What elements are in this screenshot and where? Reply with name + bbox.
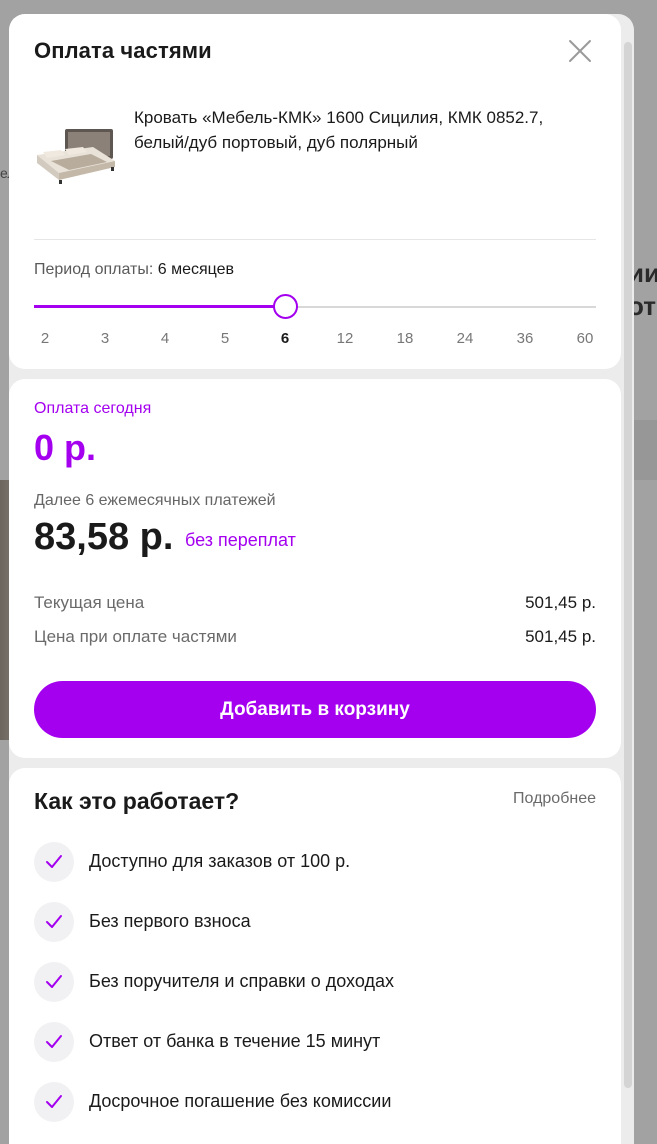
period-tick-36[interactable]: 36 — [510, 330, 540, 347]
feature-item: Без поручителя и справки о доходах — [34, 962, 594, 1002]
product-image — [31, 117, 117, 187]
period-label: Период оплаты: 6 месяцев — [34, 261, 234, 279]
installment-price-label: Цена при оплате частями — [34, 627, 237, 646]
more-link[interactable]: Подробнее — [513, 790, 596, 808]
payment-card: Оплата сегодня 0 р. Далее 6 ежемесячных … — [9, 379, 621, 758]
period-tick-24[interactable]: 24 — [450, 330, 480, 347]
period-tick-5[interactable]: 5 — [210, 330, 240, 347]
period-tick-18[interactable]: 18 — [390, 330, 420, 347]
check-icon — [34, 962, 74, 1002]
how-it-works-card: Как это работает? Подробнее Доступно для… — [9, 768, 621, 1144]
current-price-value: 501,45 р. — [525, 593, 596, 612]
current-price-label: Текущая цена — [34, 593, 145, 612]
add-to-cart-button[interactable]: Добавить в корзину — [34, 681, 596, 738]
feature-item: Досрочное погашение без комиссии — [34, 1082, 594, 1122]
feature-text: Без первого взноса — [89, 911, 251, 931]
how-it-works-title: Как это работает? — [34, 788, 240, 814]
period-ticks: 2 3 4 5 6 12 18 24 36 60 — [34, 330, 596, 350]
divider — [34, 239, 596, 240]
check-icon — [34, 842, 74, 882]
product-card: Оплата частями Кровать «Мебель-КМК» 1600… — [9, 14, 621, 369]
feature-text: Без поручителя и справки о доходах — [89, 971, 394, 991]
period-tick-4[interactable]: 4 — [150, 330, 180, 347]
modal-scrollbar[interactable] — [624, 42, 632, 1088]
installment-modal: Оплата частями Кровать «Мебель-КМК» 1600… — [9, 14, 634, 1144]
period-tick-2[interactable]: 2 — [30, 330, 60, 347]
check-icon — [34, 902, 74, 942]
pay-today-amount: 0 р. — [34, 427, 97, 468]
no-overpay-badge: без переплат — [185, 530, 296, 550]
check-icon — [34, 1022, 74, 1062]
modal-title: Оплата частями — [34, 38, 212, 63]
monthly-payments-label: Далее 6 ежемесячных платежей — [34, 492, 276, 509]
feature-text: Доступно для заказов от 100 р. — [89, 851, 351, 871]
period-value: 6 месяцев — [157, 261, 235, 278]
period-slider-thumb[interactable] — [272, 294, 298, 319]
feature-item: Ответ от банка в течение 15 минут — [34, 1022, 594, 1062]
pay-today-label: Оплата сегодня — [34, 400, 152, 417]
monthly-amount: 83,58 р. — [34, 516, 174, 558]
check-icon — [34, 1082, 74, 1122]
close-icon[interactable] — [567, 38, 593, 64]
product-name: Кровать «Мебель-КМК» 1600 Сицилия, КМК 0… — [134, 108, 544, 152]
period-label-text: Период оплаты: — [34, 261, 154, 278]
period-tick-6[interactable]: 6 — [270, 330, 300, 347]
feature-item: Без первого взноса — [34, 902, 594, 942]
period-slider-fill — [34, 305, 285, 308]
feature-text: Ответ от банка в течение 15 минут — [89, 1031, 381, 1051]
period-tick-3[interactable]: 3 — [90, 330, 120, 347]
period-tick-12[interactable]: 12 — [330, 330, 360, 347]
installment-price-value: 501,45 р. — [525, 627, 596, 646]
feature-item: Доступно для заказов от 100 р. — [34, 842, 594, 882]
feature-text: Досрочное погашение без комиссии — [89, 1091, 392, 1111]
period-tick-60[interactable]: 60 — [570, 330, 600, 347]
